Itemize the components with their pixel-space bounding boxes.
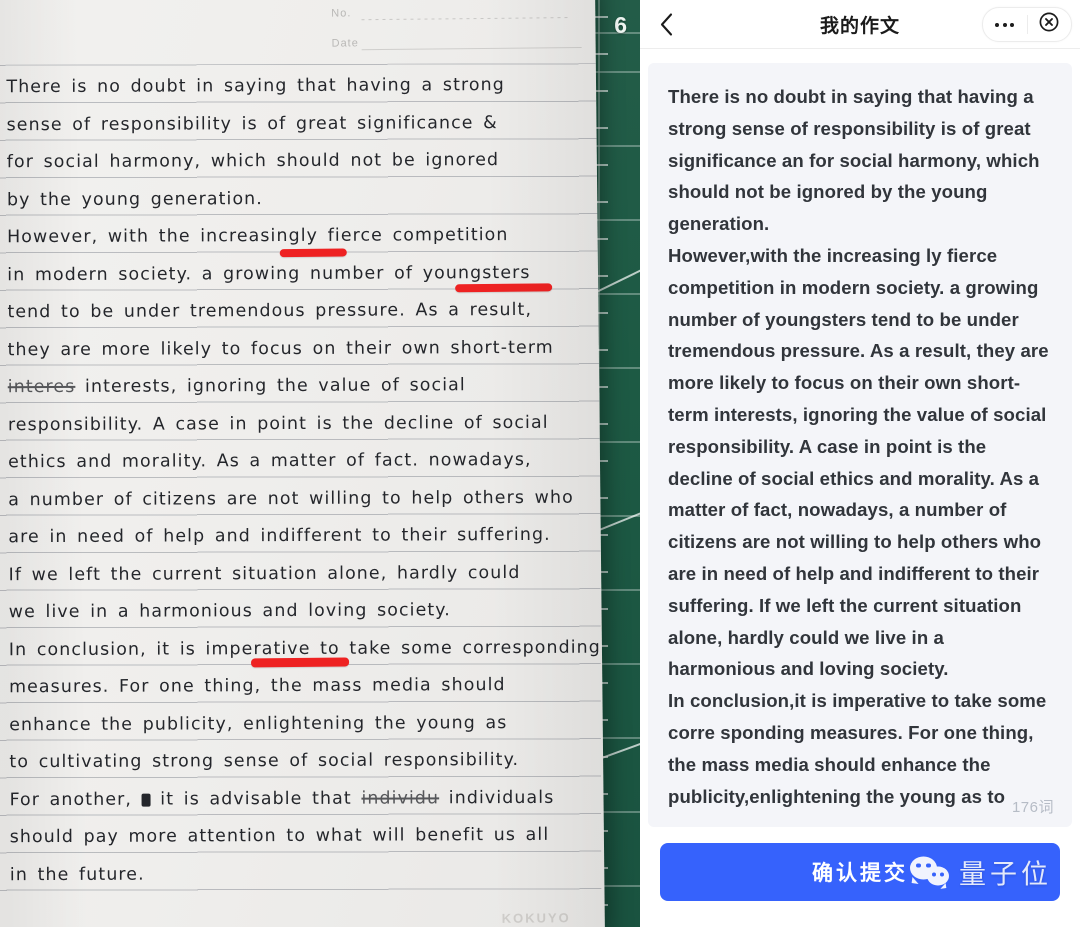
watermark-brand-label: 量子位 xyxy=(959,859,1052,890)
close-button[interactable] xyxy=(1028,8,1072,41)
more-dots-icon xyxy=(995,22,1015,27)
recognized-essay-text: There is no doubt in saying that having … xyxy=(668,86,1049,807)
confirm-submit-label: 确认提交 xyxy=(812,862,908,885)
hand-line-rest-b: it is advisable that xyxy=(150,788,362,810)
hand-line-rest-c: individuals xyxy=(439,787,555,808)
hand-line: for social harmony, which should not be … xyxy=(6,150,500,173)
hand-line: enhance the publicity, enlightening the … xyxy=(9,712,508,735)
hand-line: are in need of help and indifferent to t… xyxy=(8,524,551,548)
word-count-badge: 176词 xyxy=(1011,799,1054,816)
more-menu-button[interactable] xyxy=(983,8,1027,41)
notebook-date-line xyxy=(361,46,582,51)
notebook-header-fields: No. Date xyxy=(331,5,582,68)
hand-line: ethics and morality. As a matter of fact… xyxy=(8,449,532,473)
hand-line: a number of citizens are not willing to … xyxy=(8,487,574,510)
red-underline-imperative xyxy=(251,657,350,668)
hand-line: we live in a harmonious and loving socie… xyxy=(8,600,451,623)
recognized-essay-card[interactable]: There is no doubt in saying that having … xyxy=(648,63,1072,827)
struck-word: interes xyxy=(7,376,76,398)
ink-blot xyxy=(141,793,151,807)
hand-line: to cultivating strong sense of social re… xyxy=(9,749,520,773)
mat-number-label: 6 xyxy=(614,12,628,38)
wechat-logo-icon xyxy=(910,856,952,888)
miniprogram-capsule xyxy=(982,7,1072,42)
confirm-submit-button[interactable]: 确认提交 量子位 xyxy=(660,843,1060,901)
notebook-no-label: No. xyxy=(331,7,352,20)
notebook-page: No. Date There is no doubt in saying tha… xyxy=(0,0,605,927)
screen-root: 6 No. Date There is no doubt in saying t… xyxy=(0,0,1080,927)
hand-line: If we left the current situation alone, … xyxy=(8,562,521,585)
hand-line: measures. For one thing, the mass media … xyxy=(9,675,506,698)
page-bottom-curve xyxy=(0,830,605,908)
hand-line: There is no doubt in saying that having … xyxy=(6,75,505,98)
red-underline-increasingly xyxy=(279,248,347,258)
hand-line: tend to be under tremendous pressure. As… xyxy=(7,299,533,323)
essay-photo: 6 No. Date There is no doubt in saying t… xyxy=(0,0,640,927)
hand-line: sense of responsibility is of great sign… xyxy=(6,112,498,135)
close-circle-icon xyxy=(1039,12,1059,37)
hand-line-with-strikeout: For another, it is advisable that indivi… xyxy=(9,779,589,819)
notebook-brand-label: KOKUYO xyxy=(501,910,571,926)
hand-line-rest: interests, ignoring the value of social xyxy=(84,375,466,397)
publisher-watermark: 量子位 xyxy=(910,853,1052,892)
hand-line: by the young generation. xyxy=(6,188,263,210)
back-button[interactable] xyxy=(640,0,692,48)
struck-word: individu xyxy=(361,787,440,809)
hand-line-with-strikeout: interes interests, ignoring the value of… xyxy=(8,367,588,407)
notebook-no-line xyxy=(361,17,572,21)
hand-line: they are more likely to focus on their o… xyxy=(7,337,554,360)
red-underline-youngsters xyxy=(455,283,553,293)
chevron-left-icon xyxy=(660,12,673,36)
hand-line: responsibility. A case in point is the d… xyxy=(7,412,549,435)
handwritten-essay-text: There is no doubt in saying that having … xyxy=(6,67,601,895)
miniprogram-panel: 我的作文 There is no doubt in saying that ha… xyxy=(640,0,1080,927)
hand-line-rest-a: For another, xyxy=(9,789,142,810)
navigation-bar: 我的作文 xyxy=(640,0,1080,49)
submit-area: 确认提交 量子位 xyxy=(640,827,1080,927)
content-area: There is no doubt in saying that having … xyxy=(640,49,1080,827)
notebook-date-label: Date xyxy=(331,37,359,50)
